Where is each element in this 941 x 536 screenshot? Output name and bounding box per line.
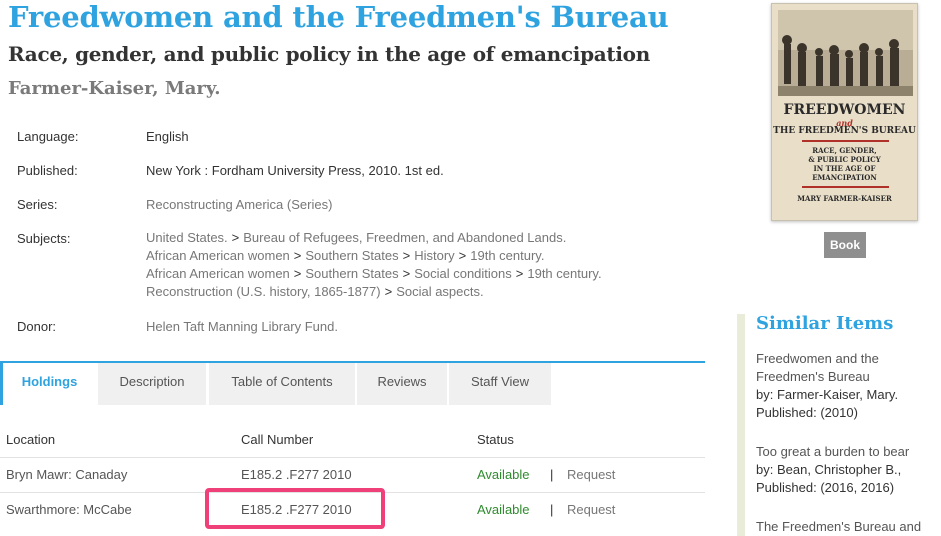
tab-description[interactable]: Description <box>98 363 206 405</box>
similar-items-heading: Similar Items <box>756 313 894 334</box>
similar-item-published: Published: (2010) <box>756 405 858 420</box>
tab-staff-view[interactable]: Staff View <box>449 363 551 405</box>
subject-separator: > <box>402 248 411 263</box>
cover-subtitle-line: & PUBLIC POLICY <box>808 155 881 164</box>
subjects-list: United States. > Bureau of Refugees, Freed… <box>146 229 602 301</box>
book-cover-image[interactable]: FREEDWOMEN and THE FREEDMEN'S BUREAU RAC… <box>771 3 918 221</box>
status-available: Available <box>477 502 530 517</box>
column-header-status: Status <box>477 432 514 447</box>
similar-item-title[interactable]: Too great a burden to bear <box>756 444 909 459</box>
subject-link[interactable]: History <box>414 248 454 263</box>
cover-illustration <box>778 10 913 96</box>
row-divider <box>0 457 705 458</box>
subject-line: United States. > Bureau of Refugees, Freed… <box>146 229 602 247</box>
language-value: English <box>146 129 189 144</box>
subjects-label: Subjects: <box>17 231 71 246</box>
holding-call-number: E185.2 .F277 2010 <box>241 467 352 482</box>
series-link[interactable]: Reconstructing America (Series) <box>146 197 332 212</box>
subject-separator: > <box>515 266 524 281</box>
subject-link[interactable]: Social conditions <box>414 266 512 281</box>
subject-link[interactable]: 19th century. <box>470 248 544 263</box>
language-label: Language: <box>17 129 79 144</box>
tab-reviews[interactable]: Reviews <box>357 363 447 405</box>
record-subtitle: Race, gender, and public policy in the a… <box>8 42 650 66</box>
subject-link[interactable]: Southern States <box>305 248 398 263</box>
subject-link[interactable]: Reconstruction (U.S. history, 1865-1877) <box>146 284 381 299</box>
subject-separator: > <box>293 266 302 281</box>
donor-link[interactable]: Helen Taft Manning Library Fund. <box>146 319 338 334</box>
status-available: Available <box>477 467 530 482</box>
subject-link[interactable]: Southern States <box>305 266 398 281</box>
author-link[interactable]: Farmer-Kaiser, Mary. <box>8 78 221 99</box>
similar-item-published: Published: (2016, 2016) <box>756 480 895 495</box>
cover-title-line: THE FREEDMEN'S BUREAU <box>773 126 916 136</box>
cover-author: MARY FARMER-KAISER <box>797 194 892 203</box>
donor-value-wrap: Helen Taft Manning Library Fund. <box>146 319 338 334</box>
similar-item-author: by: Bean, Christopher B., <box>756 462 902 477</box>
series-value-wrap: Reconstructing America (Series) <box>146 197 332 212</box>
similar-items-bar <box>737 314 745 536</box>
published-value: New York : Fordham University Press, 201… <box>146 163 444 178</box>
status-separator: | <box>550 467 554 482</box>
cover-title-line: FREEDWOMEN <box>783 102 906 118</box>
similar-item-title[interactable]: The Freedmen's Bureau and <box>756 519 921 534</box>
similar-item: The Freedmen's Bureau and <box>756 518 921 536</box>
tab-holdings[interactable]: Holdings <box>0 363 96 405</box>
status-separator: | <box>550 502 554 517</box>
cover-rule <box>802 140 889 142</box>
similar-item-author: by: Farmer-Kaiser, Mary. <box>756 387 899 402</box>
subject-line: Reconstruction (U.S. history, 1865-1877)… <box>146 283 602 301</box>
subject-link[interactable]: African American women <box>146 248 290 263</box>
similar-item: Freedwomen and the Freedmen's Bureau by:… <box>756 350 898 422</box>
subject-line: African American women > Southern States > S… <box>146 265 602 283</box>
subject-link[interactable]: African American women <box>146 266 290 281</box>
similar-item: Too great a burden to bear by: Bean, Chr… <box>756 443 909 497</box>
subject-separator: > <box>384 284 393 299</box>
donor-label: Donor: <box>17 319 57 334</box>
similar-item-title[interactable]: Freedwomen and the <box>756 351 879 366</box>
cover-subtitle-line: EMANCIPATION <box>812 173 877 182</box>
request-link[interactable]: Request <box>567 467 615 482</box>
subject-link[interactable]: 19th century. <box>527 266 601 281</box>
cover-subtitle-line: RACE, GENDER, <box>812 146 877 155</box>
holding-location: Swarthmore: McCabe <box>6 502 132 517</box>
holding-location: Bryn Mawr: Canaday <box>6 467 128 482</box>
cover-subtitle-line: IN THE AGE OF <box>813 164 876 173</box>
subject-link[interactable]: Social aspects. <box>396 284 483 299</box>
format-badge-book[interactable]: Book <box>824 232 866 258</box>
cover-rule <box>802 186 889 188</box>
similar-item-title[interactable]: Freedmen's Bureau <box>756 369 870 384</box>
request-link[interactable]: Request <box>567 502 615 517</box>
subject-link[interactable]: Bureau of Refugees, Freedmen, and Abando… <box>243 230 566 245</box>
published-label: Published: <box>17 163 78 178</box>
column-header-location: Location <box>6 432 56 447</box>
subject-separator: > <box>402 266 411 281</box>
tab-table-of-contents[interactable]: Table of Contents <box>209 363 355 405</box>
series-label: Series: <box>17 197 58 212</box>
subject-separator: > <box>458 248 467 263</box>
subject-link[interactable]: United States. <box>146 230 228 245</box>
call-number-highlight <box>205 488 385 529</box>
column-header-call-number: Call Number <box>241 432 314 447</box>
subject-separator: > <box>293 248 302 263</box>
record-title: Freedwomen and the Freedmen's Bureau <box>8 0 669 34</box>
subject-line: African American women > Southern States > H… <box>146 247 602 265</box>
subject-separator: > <box>231 230 240 245</box>
